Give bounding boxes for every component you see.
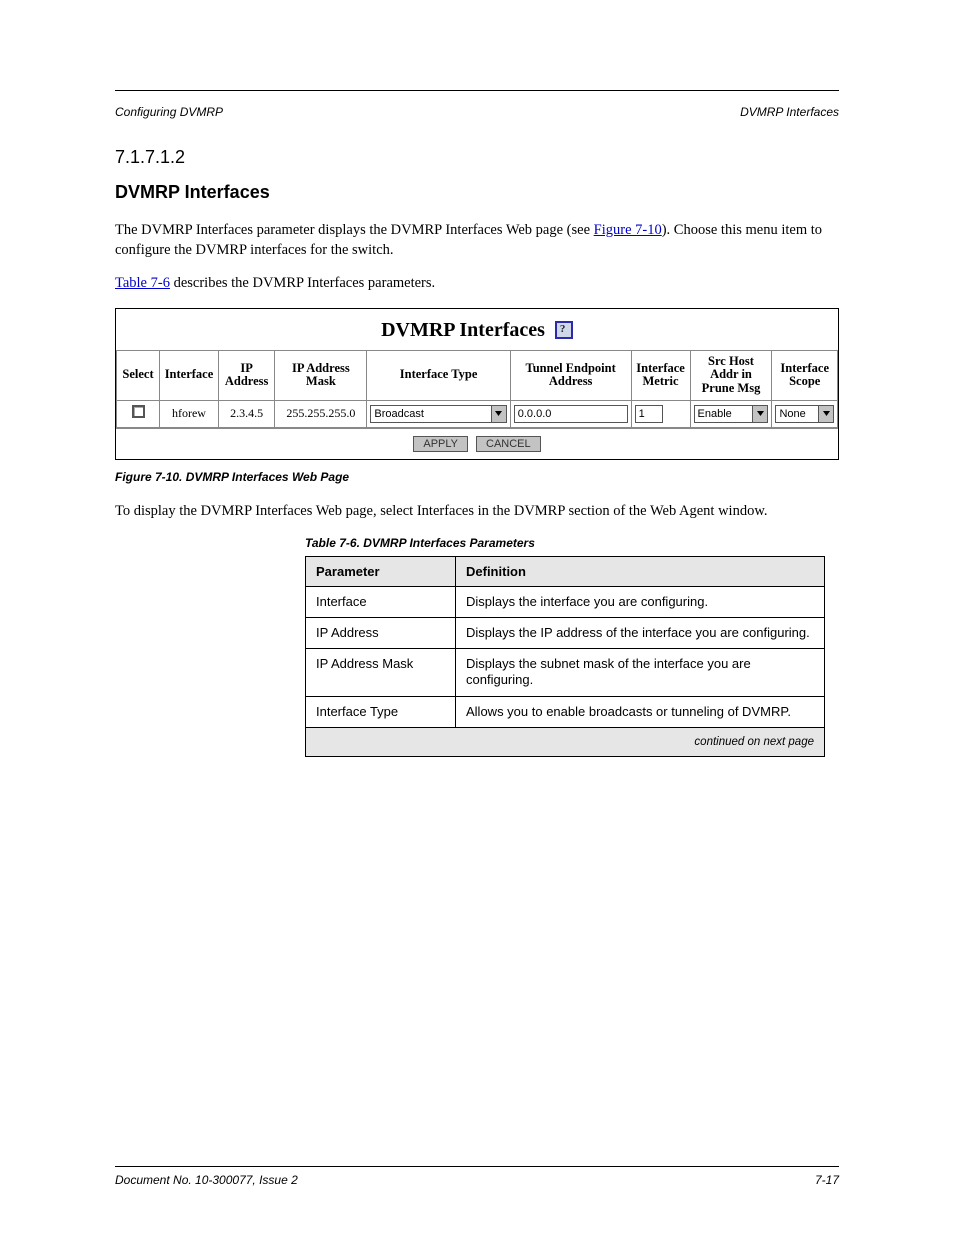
cell-ip: 2.3.4.5 (218, 400, 274, 427)
col-metric: Interface Metric (631, 350, 690, 400)
help-icon[interactable] (555, 321, 573, 339)
continued-row: continued on next page (306, 727, 825, 756)
col-interface: Interface (160, 350, 219, 400)
metric-input[interactable]: 1 (635, 405, 663, 423)
col-definition: Definition (456, 556, 825, 586)
chevron-down-icon (752, 406, 767, 422)
col-parameter: Parameter (306, 556, 456, 586)
chevron-down-icon (491, 406, 506, 422)
chevron-down-icon (818, 406, 833, 422)
select-checkbox[interactable] (132, 405, 145, 418)
col-tunnel: Tunnel Endpoint Address (510, 350, 631, 400)
cell-interface: hforew (160, 400, 219, 427)
parameters-table: Parameter Definition InterfaceDisplays t… (305, 556, 825, 758)
col-mask: IP Address Mask (275, 350, 367, 400)
paragraph-1: The DVMRP Interfaces parameter displays … (115, 221, 839, 260)
page-footer: Document No. 10-300077, Issue 2 7-17 (115, 1166, 839, 1187)
paragraph-2: Table 7-6 describes the DVMRP Interfaces… (115, 274, 839, 294)
table-header-row: Select Interface IP Address IP Address M… (117, 350, 838, 400)
figure-caption: Figure 7-10. DVMRP Interfaces Web Page (115, 470, 839, 484)
col-src: Src Host Addr in Prune Msg (690, 350, 772, 400)
src-host-select[interactable]: Enable (694, 405, 769, 423)
footer-left: Document No. 10-300077, Issue 2 (115, 1173, 298, 1187)
link-table[interactable]: Table 7-6 (115, 275, 170, 291)
section-number: 7.1.7.1.2 (115, 147, 839, 168)
apply-button[interactable]: APPLY (413, 436, 468, 452)
col-scope: Interface Scope (772, 350, 838, 400)
col-ip: IP Address (218, 350, 274, 400)
paragraph-3: To display the DVMRP Interfaces Web page… (115, 502, 839, 522)
figure-screenshot: DVMRP Interfaces Select Interface IP Add… (115, 308, 839, 460)
table-caption: Table 7-6. DVMRP Interfaces Parameters (305, 536, 839, 550)
cancel-button[interactable]: CANCEL (476, 436, 541, 452)
col-type: Interface Type (367, 350, 510, 400)
table-row: InterfaceDisplays the interface you are … (306, 586, 825, 617)
page-header: Configuring DVMRP DVMRP Interfaces (115, 105, 839, 119)
link-figure[interactable]: Figure 7-10 (594, 222, 662, 238)
footer-right: 7-17 (815, 1173, 839, 1187)
interface-type-select[interactable]: Broadcast (370, 405, 506, 423)
table-row: IP Address MaskDisplays the subnet mask … (306, 649, 825, 697)
section-title: DVMRP Interfaces (115, 182, 839, 203)
cell-mask: 255.255.255.0 (275, 400, 367, 427)
table-row: Interface TypeAllows you to enable broad… (306, 696, 825, 727)
tunnel-endpoint-input[interactable]: 0.0.0.0 (514, 405, 628, 423)
col-select: Select (117, 350, 160, 400)
scope-select[interactable]: None (775, 405, 834, 423)
dvmrp-table: Select Interface IP Address IP Address M… (116, 350, 838, 428)
header-left: Configuring DVMRP (115, 105, 223, 119)
table-row: hforew 2.3.4.5 255.255.255.0 Broadcast 0… (117, 400, 838, 427)
figure-title: DVMRP Interfaces (381, 319, 545, 342)
table-row: IP AddressDisplays the IP address of the… (306, 617, 825, 648)
header-right: DVMRP Interfaces (740, 105, 839, 119)
